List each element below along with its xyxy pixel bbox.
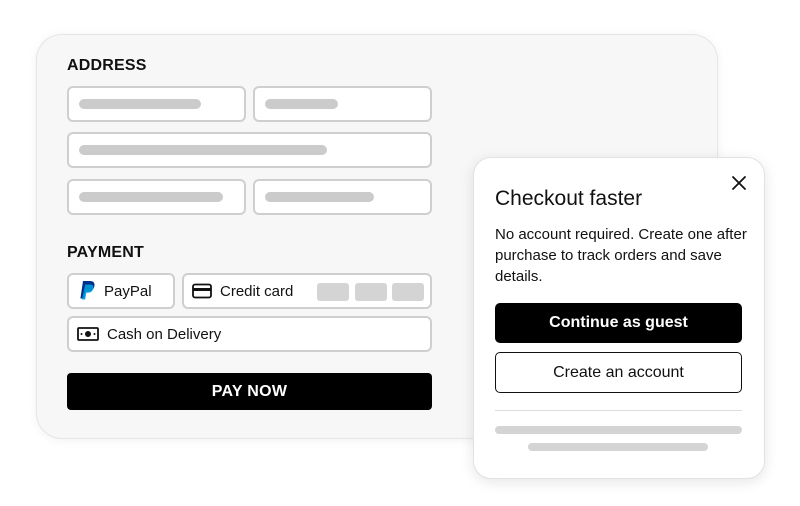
create-account-button[interactable]: Create an account [495, 352, 742, 393]
address-section-title: ADDRESS [67, 57, 147, 74]
cash-on-delivery-label: Cash on Delivery [107, 325, 222, 343]
popup-description: No account required. Create one after pu… [495, 226, 747, 285]
credit-card-label: Credit card [220, 282, 294, 300]
skeleton-line [528, 443, 708, 451]
credit-card-option[interactable]: Credit card [182, 273, 432, 309]
cash-on-delivery-option[interactable]: Cash on Delivery [67, 316, 432, 352]
field-placeholder [79, 192, 223, 202]
credit-card-icon [192, 283, 212, 299]
checkout-faster-popup: Checkout faster No account required. Cre… [473, 157, 765, 479]
continue-as-guest-button[interactable]: Continue as guest [495, 303, 742, 343]
city-field[interactable] [67, 179, 246, 215]
street-address-field[interactable] [67, 132, 432, 168]
close-icon[interactable] [730, 174, 748, 192]
card-brand-logo [317, 283, 349, 301]
field-placeholder [79, 145, 327, 155]
last-name-field[interactable] [253, 86, 432, 122]
first-name-field[interactable] [67, 86, 246, 122]
skeleton-line [495, 426, 742, 434]
paypal-icon [78, 280, 96, 302]
cash-icon [77, 327, 99, 341]
divider [495, 410, 742, 411]
popup-title: Checkout faster [495, 187, 643, 210]
paypal-option[interactable]: PayPal [67, 273, 175, 309]
card-brand-logo [355, 283, 387, 301]
card-brand-logo [392, 283, 424, 301]
postal-code-field[interactable] [253, 179, 432, 215]
field-placeholder [79, 99, 201, 109]
payment-section-title: PAYMENT [67, 244, 144, 261]
field-placeholder [265, 99, 338, 109]
paypal-label: PayPal [104, 282, 152, 300]
field-placeholder [265, 192, 374, 202]
pay-now-button[interactable]: PAY NOW [67, 373, 432, 410]
